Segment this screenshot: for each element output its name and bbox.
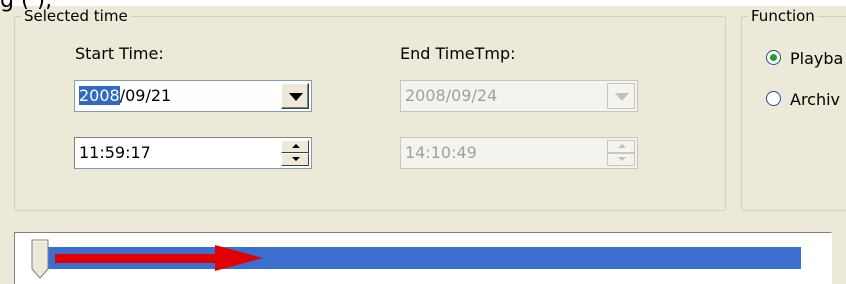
- end-time-field: 14:10:49: [400, 137, 638, 169]
- end-time-down-button: [607, 153, 635, 166]
- chevron-down-icon: [289, 93, 303, 101]
- function-option-playback[interactable]: Playba: [766, 49, 843, 69]
- end-time-spinner: [607, 140, 635, 166]
- top-strip: g ( ),: [0, 0, 846, 13]
- start-time-label: Start Time:: [75, 44, 164, 63]
- spin-up-icon: [292, 144, 300, 148]
- start-date-combobox[interactable]: 2008/09/21: [74, 80, 312, 112]
- red-arrow-annotation: [55, 245, 263, 271]
- end-time-up-button: [607, 140, 635, 153]
- spin-down-icon: [292, 157, 300, 161]
- function-option-archive[interactable]: Archiv: [766, 90, 840, 110]
- function-group: Function: [741, 9, 846, 211]
- end-time-label: End TimeTmp:: [400, 44, 516, 63]
- function-legend: Function: [748, 9, 818, 24]
- start-date-year: 2008: [79, 86, 120, 105]
- start-time-up-button[interactable]: [281, 140, 309, 153]
- end-date-combobox: 2008/09/24: [400, 80, 638, 112]
- radio-unchecked-icon[interactable]: [766, 91, 781, 106]
- end-date-dropdown-button: [607, 83, 635, 109]
- timeline-slider[interactable]: [14, 232, 832, 284]
- start-date-value[interactable]: 2008/09/21: [79, 81, 171, 111]
- function-option-label: Archiv: [790, 90, 841, 109]
- end-time-value: 14:10:49: [405, 143, 477, 162]
- spin-up-icon: [618, 144, 626, 148]
- spin-down-icon: [618, 157, 626, 161]
- start-date-dropdown-button[interactable]: [281, 83, 309, 109]
- start-time-down-button[interactable]: [281, 153, 309, 166]
- start-date-rest: /09/21: [119, 86, 172, 105]
- chevron-down-icon: [615, 93, 629, 101]
- start-time-value[interactable]: 11:59:17: [79, 138, 151, 168]
- radio-checked-icon[interactable]: [766, 50, 781, 65]
- start-time-spinner[interactable]: [281, 140, 309, 166]
- selected-time-legend: Selected time: [21, 9, 131, 24]
- function-option-label: Playba: [790, 49, 844, 68]
- end-date-value: 2008/09/24: [405, 86, 498, 105]
- slider-thumb[interactable]: [31, 239, 49, 279]
- start-time-field[interactable]: 11:59:17: [74, 137, 312, 169]
